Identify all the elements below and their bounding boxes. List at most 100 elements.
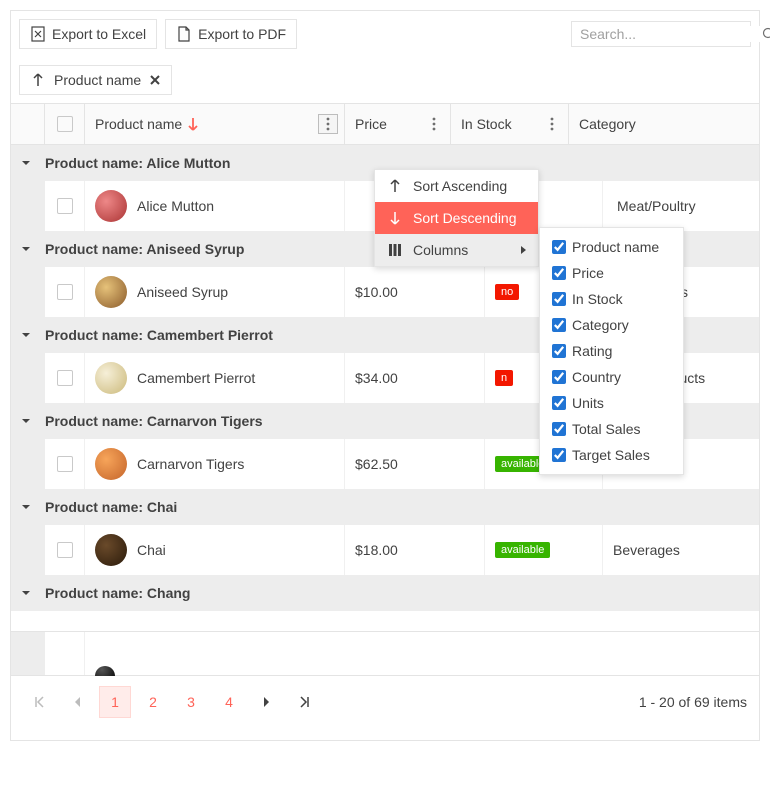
export-pdf-label: Export to PDF <box>198 26 286 42</box>
column-option[interactable]: Units <box>540 390 683 416</box>
collapse-icon <box>21 158 35 168</box>
row-checkbox[interactable] <box>57 370 73 386</box>
pager-last[interactable] <box>289 686 321 718</box>
group-bar: Product name <box>11 57 759 103</box>
product-category: Beverages <box>613 542 680 558</box>
sort-desc-icon <box>188 117 198 131</box>
pager-first[interactable] <box>23 686 55 718</box>
column-option-label: Target Sales <box>572 447 650 463</box>
row-checkbox[interactable] <box>57 284 73 300</box>
row-checkbox[interactable] <box>57 456 73 472</box>
sort-asc-label: Sort Ascending <box>413 178 507 194</box>
export-pdf-button[interactable]: Export to PDF <box>165 19 297 49</box>
pager-page-3[interactable]: 3 <box>175 686 207 718</box>
column-checkbox[interactable] <box>552 344 566 358</box>
header-in-stock-label: In Stock <box>461 116 512 132</box>
pager-info: 1 - 20 of 69 items <box>639 694 747 710</box>
column-option[interactable]: Category <box>540 312 683 338</box>
close-icon[interactable] <box>149 74 161 86</box>
column-option-label: Units <box>572 395 604 411</box>
columns-submenu-popup: Product name Price In Stock Category Rat… <box>539 227 684 475</box>
product-price: $18.00 <box>355 542 398 558</box>
column-option[interactable]: Country <box>540 364 683 390</box>
pager-page-1[interactable]: 1 <box>99 686 131 718</box>
table-row: Chai $18.00 available Beverages <box>11 525 759 575</box>
pager-page-4[interactable]: 4 <box>213 686 245 718</box>
product-name: Alice Mutton <box>137 198 214 214</box>
excel-icon <box>30 26 46 42</box>
group-title: Product name: Chai <box>45 499 177 515</box>
group-title: Product name: Aniseed Syrup <box>45 241 244 257</box>
product-name: Aniseed Syrup <box>137 284 228 300</box>
group-chip-label: Product name <box>54 72 141 88</box>
header-price[interactable]: Price <box>345 104 451 144</box>
column-option[interactable]: Product name <box>540 234 683 260</box>
header-expand-col <box>11 104 45 144</box>
product-image <box>95 666 115 676</box>
row-checkbox[interactable] <box>57 542 73 558</box>
column-checkbox[interactable] <box>552 396 566 410</box>
column-checkbox[interactable] <box>552 370 566 384</box>
column-menu-trigger-name[interactable] <box>318 114 338 134</box>
collapse-icon <box>21 330 35 340</box>
group-chip-product-name[interactable]: Product name <box>19 65 172 95</box>
column-checkbox[interactable] <box>552 318 566 332</box>
sort-ascending-item[interactable]: Sort Ascending <box>375 170 538 202</box>
status-badge: n <box>495 370 513 386</box>
column-option[interactable]: Total Sales <box>540 416 683 442</box>
product-price: $10.00 <box>355 284 398 300</box>
group-row[interactable]: Product name: Chang <box>11 575 759 611</box>
search-input[interactable] <box>580 26 761 42</box>
partial-row <box>11 631 759 675</box>
export-excel-label: Export to Excel <box>52 26 146 42</box>
columns-label: Columns <box>413 242 468 258</box>
product-image <box>95 190 127 222</box>
product-name: Carnarvon Tigers <box>137 456 244 472</box>
column-checkbox[interactable] <box>552 292 566 306</box>
header-checkbox-col <box>45 104 85 144</box>
select-all-checkbox[interactable] <box>57 116 73 132</box>
product-name: Chai <box>137 542 166 558</box>
column-option[interactable]: In Stock <box>540 286 683 312</box>
column-option[interactable]: Price <box>540 260 683 286</box>
group-title: Product name: Camembert Pierrot <box>45 327 273 343</box>
column-checkbox[interactable] <box>552 240 566 254</box>
status-badge: no <box>495 284 519 300</box>
search-wrap[interactable] <box>571 21 751 47</box>
product-image <box>95 448 127 480</box>
product-price: $62.50 <box>355 456 398 472</box>
columns-submenu-item[interactable]: Columns <box>375 234 538 266</box>
row-checkbox[interactable] <box>57 198 73 214</box>
column-menu-trigger-stock[interactable] <box>542 114 562 134</box>
column-option[interactable]: Rating <box>540 338 683 364</box>
header-product-name[interactable]: Product name <box>85 104 345 144</box>
collapse-icon <box>21 244 35 254</box>
header-category-label: Category <box>579 116 636 132</box>
pager-prev[interactable] <box>61 686 93 718</box>
column-checkbox[interactable] <box>552 266 566 280</box>
product-name: Camembert Pierrot <box>137 370 255 386</box>
sort-asc-icon <box>387 179 403 193</box>
sort-asc-icon <box>30 72 46 88</box>
group-title: Product name: Alice Mutton <box>45 155 230 171</box>
header-in-stock[interactable]: In Stock <box>451 104 569 144</box>
header-category[interactable]: Category <box>569 104 759 144</box>
column-checkbox[interactable] <box>552 448 566 462</box>
pager-page-2[interactable]: 2 <box>137 686 169 718</box>
pdf-icon <box>176 26 192 42</box>
column-option-label: Total Sales <box>572 421 640 437</box>
column-checkbox[interactable] <box>552 422 566 436</box>
sort-descending-item[interactable]: Sort Descending <box>375 202 538 234</box>
header-price-label: Price <box>355 116 387 132</box>
export-excel-button[interactable]: Export to Excel <box>19 19 157 49</box>
pager-next[interactable] <box>251 686 283 718</box>
product-price: $34.00 <box>355 370 398 386</box>
column-menu-popup: Sort Ascending Sort Descending Columns <box>374 169 539 267</box>
column-option-label: Price <box>572 265 604 281</box>
column-option-label: Product name <box>572 239 659 255</box>
column-option[interactable]: Target Sales <box>540 442 683 468</box>
header-product-name-label: Product name <box>95 116 182 132</box>
column-option-label: Category <box>572 317 629 333</box>
group-row[interactable]: Product name: Chai <box>11 489 759 525</box>
column-menu-trigger-price[interactable] <box>424 114 444 134</box>
